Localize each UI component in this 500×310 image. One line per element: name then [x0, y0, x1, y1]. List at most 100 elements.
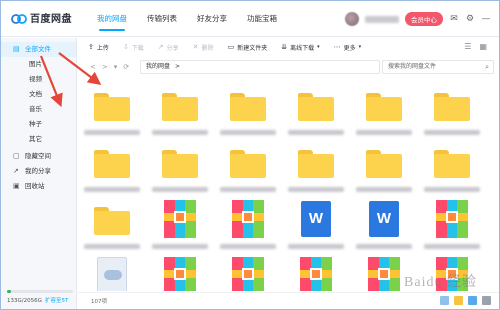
- lock-icon: ▢: [13, 152, 20, 160]
- delete-button[interactable]: ✕ 删除: [193, 43, 214, 52]
- sidebar-subitem[interactable]: 音乐: [1, 102, 76, 117]
- top-header: 百度网盘 我的网盘 传输列表 好友分享 功能宝箱 会员中心 ✉ ⚙ —: [1, 1, 499, 37]
- grid-view-icon[interactable]: ▦: [479, 42, 487, 51]
- tab-3[interactable]: 功能宝箱: [237, 1, 287, 37]
- file-item-archive[interactable]: [362, 254, 406, 291]
- expand-icon[interactable]: [482, 296, 491, 305]
- download-icon: ⇩: [122, 43, 129, 51]
- file-name: [220, 244, 276, 249]
- sort-icon[interactable]: ☰: [464, 42, 471, 51]
- sidebar-item-all-files[interactable]: ▤ 全部文件: [1, 42, 76, 57]
- search-input[interactable]: 搜索我的网盘文件 ⌕: [382, 60, 494, 74]
- file-item-image[interactable]: [90, 254, 134, 291]
- breadcrumb-current[interactable]: 我的网盘: [146, 63, 170, 70]
- tab-2[interactable]: 好友分享: [187, 1, 237, 37]
- file-item-word[interactable]: W: [356, 197, 412, 257]
- file-item-word[interactable]: W: [288, 197, 344, 257]
- file-name: [220, 130, 276, 135]
- archive-icon: [164, 200, 196, 238]
- sidebar-item-lock[interactable]: ▢ 隐藏空间: [1, 149, 76, 164]
- file-item-folder[interactable]: [424, 83, 480, 143]
- forward-button[interactable]: >: [102, 63, 108, 71]
- file-name: [356, 130, 412, 135]
- sidebar-subitem[interactable]: 视频: [1, 72, 76, 87]
- sidebar-item-label: 我的分享: [25, 167, 51, 175]
- file-name: [424, 130, 480, 135]
- dropdown-icon[interactable]: ▾: [114, 63, 118, 71]
- sidebar-subitem[interactable]: 其它: [1, 132, 76, 147]
- task-icon[interactable]: [468, 296, 477, 305]
- file-name: [152, 130, 208, 135]
- breadcrumb[interactable]: 我的网盘 >: [140, 60, 380, 74]
- watermark: Baidu 经验: [404, 275, 477, 290]
- folder-icon: [94, 93, 130, 121]
- thumbnail-view-icon[interactable]: [454, 296, 463, 305]
- file-item-folder[interactable]: [356, 140, 412, 200]
- file-name: [356, 244, 412, 249]
- file-item-archive[interactable]: [294, 254, 338, 291]
- file-item-folder[interactable]: [288, 83, 344, 143]
- expand-storage-link[interactable]: 扩容至5T: [45, 296, 68, 304]
- share-icon: ↗: [13, 167, 19, 175]
- file-item-folder[interactable]: [84, 140, 140, 200]
- storage-bar: [7, 290, 73, 293]
- file-item-folder[interactable]: [356, 83, 412, 143]
- download-button[interactable]: ⇩ 下载: [123, 43, 144, 52]
- minimize-icon[interactable]: —: [481, 14, 491, 24]
- file-name: [288, 244, 344, 249]
- chevron-down-icon: ▾: [317, 44, 320, 50]
- word-doc-icon: W: [301, 201, 331, 237]
- file-name: [424, 244, 480, 249]
- folder-icon: [434, 93, 470, 121]
- more-icon: ⋯: [333, 43, 341, 51]
- file-item-archive[interactable]: [220, 197, 276, 257]
- sidebar-item-label: 隐藏空间: [25, 152, 51, 160]
- file-item-archive[interactable]: [158, 254, 202, 291]
- offline-download-icon: ⇊: [281, 43, 288, 51]
- file-item-folder[interactable]: [220, 140, 276, 200]
- upload-icon: ⇪: [88, 43, 94, 51]
- file-item-archive[interactable]: [152, 197, 208, 257]
- file-item-archive[interactable]: [424, 197, 480, 257]
- sidebar-subitem[interactable]: 种子: [1, 117, 76, 132]
- file-list-icon: ▤: [13, 45, 20, 53]
- image-file-icon: [97, 257, 127, 291]
- tab-1[interactable]: 传输列表: [137, 1, 187, 37]
- file-item-folder[interactable]: [220, 83, 276, 143]
- sidebar-subitem[interactable]: 文档: [1, 87, 76, 102]
- file-item-folder[interactable]: [84, 197, 140, 257]
- sidebar-subitem[interactable]: 图片: [1, 57, 76, 72]
- file-item-folder[interactable]: [152, 140, 208, 200]
- sidebar-item-trash[interactable]: ▣ 回收站: [1, 179, 76, 194]
- file-name: [288, 130, 344, 135]
- file-item-folder[interactable]: [84, 83, 140, 143]
- refresh-button[interactable]: ⟳: [123, 63, 129, 71]
- file-name: [356, 187, 412, 192]
- app-logo[interactable]: 百度网盘: [11, 10, 72, 25]
- list-view-icon[interactable]: [440, 296, 449, 305]
- more-button[interactable]: ⋯ 更多 ▾: [334, 43, 362, 52]
- avatar[interactable]: [345, 12, 359, 26]
- toolbar-label: 新建文件夹: [237, 44, 268, 52]
- back-button[interactable]: <: [90, 63, 96, 71]
- path-bar: < > ▾ ⟳ 我的网盘 > 搜索我的网盘文件 ⌕: [78, 58, 499, 76]
- sidebar-item-share[interactable]: ↗ 我的分享: [1, 164, 76, 179]
- file-item-folder[interactable]: [152, 83, 208, 143]
- mail-icon[interactable]: ✉: [449, 14, 459, 24]
- folder-icon: [94, 150, 130, 178]
- gear-icon[interactable]: ⚙: [465, 14, 475, 24]
- upload-button[interactable]: ⇪ 上传: [88, 43, 109, 52]
- search-icon[interactable]: ⌕: [485, 61, 489, 73]
- file-item-folder[interactable]: [424, 140, 480, 200]
- file-item-folder[interactable]: [288, 140, 344, 200]
- file-item-archive[interactable]: [226, 254, 270, 291]
- username[interactable]: [365, 15, 399, 23]
- offline-download-button[interactable]: ⇊ 离线下载 ▾: [281, 43, 319, 52]
- tab-0[interactable]: 我的网盘: [87, 1, 137, 37]
- vip-center-button[interactable]: 会员中心: [405, 12, 443, 26]
- share-button[interactable]: ↗ 分享: [158, 43, 179, 52]
- new-folder-button[interactable]: ▭ 新建文件夹: [228, 43, 268, 52]
- share-icon: ↗: [157, 43, 164, 51]
- toolbar-label: 离线下载: [290, 44, 315, 52]
- status-bar: 107项: [78, 292, 499, 309]
